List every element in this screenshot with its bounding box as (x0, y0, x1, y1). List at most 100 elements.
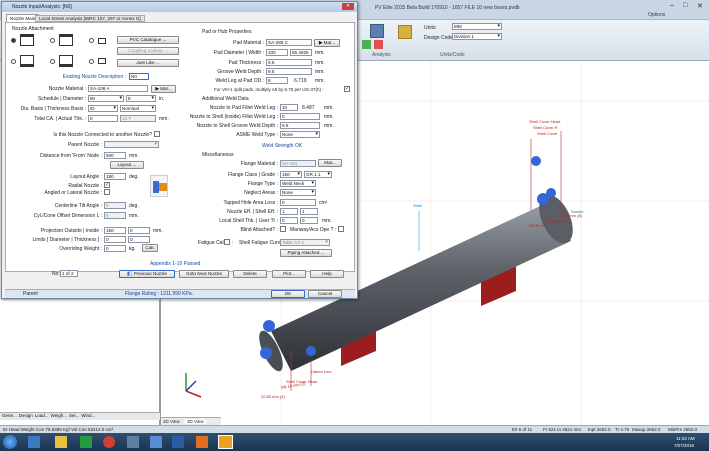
shell-eff-input[interactable]: 1 (300, 208, 318, 215)
attachment-radio-2[interactable] (50, 38, 55, 43)
diameter-select[interactable]: 8 (126, 95, 156, 102)
pad-width-input[interactable]: 55.4625 (290, 49, 312, 56)
tab-wind[interactable]: Wind... (81, 413, 95, 420)
flange-class-select[interactable]: 150 (280, 171, 302, 178)
dialog-close-icon[interactable]: ✕ (342, 3, 354, 10)
plot-button[interactable]: Plot... (272, 270, 306, 278)
ok-button[interactable]: OK (271, 290, 305, 298)
design-code-select[interactable]: Division 1 (452, 33, 502, 40)
units-select[interactable]: MM (452, 23, 502, 30)
neglect-areas-select[interactable]: None (280, 189, 316, 196)
overriding-weight-input[interactable]: 0 (104, 245, 126, 252)
taskbar-app-4[interactable] (103, 436, 115, 448)
local-shell-thk-input[interactable]: 0 (280, 217, 298, 224)
parent-nozzle-select[interactable] (104, 141, 159, 148)
layout-button[interactable]: Layout ... (110, 161, 144, 169)
previous-nozzle-button[interactable]: ◧ Previous Nozzle (119, 270, 175, 278)
nozzle-eff-input[interactable]: 1 (280, 208, 298, 215)
limit-thickness-input[interactable]: 0 (128, 236, 150, 243)
attachment-radio-1[interactable] (11, 38, 16, 43)
asme-weld-select[interactable]: None (280, 131, 320, 138)
pad-diameter-input[interactable]: 330 (266, 49, 288, 56)
pvc-catalogue-button[interactable]: PVC Catalogue ... (117, 36, 179, 44)
tab-local-stress[interactable]: Local Stress Analysis [WRC 107, 297 or A… (35, 15, 145, 22)
next-nozzle-button[interactable]: Goto Next Nozzle (179, 270, 229, 278)
taskbar-word[interactable] (172, 436, 184, 448)
pad-material-input[interactable]: SA-285 C (266, 39, 312, 46)
help-button[interactable]: Help (310, 270, 344, 278)
attachment-radio-4[interactable] (11, 59, 16, 64)
taskbar-app-3[interactable] (80, 436, 92, 448)
shell-groove-input[interactable]: 9.5 (280, 122, 320, 129)
projection-outside-input[interactable]: 150 (104, 227, 126, 234)
user-tr-input[interactable]: 0 (300, 217, 318, 224)
shell-inside-fillet-input[interactable]: 0 (280, 113, 320, 120)
fatigue-calc-checkbox[interactable] (224, 239, 230, 245)
manway-checkbox[interactable] (338, 226, 344, 232)
attachment-radio-6[interactable] (89, 59, 94, 64)
offset-input[interactable]: 0 (104, 212, 126, 219)
tab-general[interactable]: Gene... (2, 413, 17, 420)
flange-type-select[interactable]: Weld Neck (280, 180, 316, 187)
groove-depth-input[interactable]: 9.5 (266, 68, 312, 75)
schedule-select[interactable]: 80 (88, 95, 124, 102)
flange-grade-select[interactable]: GR 1.1 (304, 171, 332, 178)
tab-weight[interactable]: Weigh... (51, 413, 67, 420)
calc-button[interactable]: Calc (142, 244, 158, 252)
analysis-icon[interactable] (370, 24, 384, 38)
distance-input[interactable]: 500 (104, 152, 126, 159)
cancel-button[interactable]: Cancel (308, 290, 342, 298)
close-icon[interactable]: ✕ (697, 2, 703, 10)
flange-mat-button[interactable]: Mat... (318, 159, 342, 167)
thk-basis-select[interactable]: Nominal (120, 105, 156, 112)
shell-fatigue-select[interactable]: Table 3.F.1 (280, 239, 330, 246)
tapped-hole-input[interactable]: 0 (280, 199, 316, 206)
taskbar-app-8[interactable] (196, 436, 208, 448)
tilt-angle-input[interactable]: 0 (104, 202, 126, 209)
projection-inside-input[interactable]: 0 (128, 227, 150, 234)
limit-diameter-input[interactable]: 0 (104, 236, 126, 243)
weld-strength-link[interactable]: Weld Strength OK (262, 143, 302, 149)
pad-thickness-input[interactable]: 9.5 (266, 59, 312, 66)
report-icon[interactable] (374, 40, 383, 49)
pad-fillet-input[interactable]: 10 (280, 104, 298, 111)
options-link[interactable]: Options (648, 12, 665, 18)
tab-seismic[interactable]: Sei... (69, 413, 79, 420)
ug37-checkbox[interactable]: ✓ (344, 86, 350, 92)
dia-basis-select[interactable]: ID (88, 105, 118, 112)
weld-leg-od-input[interactable]: 8 (266, 77, 288, 84)
minimize-icon[interactable]: – (670, 2, 674, 9)
delete-button[interactable]: Delete (233, 270, 267, 278)
taskbar-app-2[interactable] (55, 436, 67, 448)
attachment-radio-5[interactable] (50, 59, 55, 64)
just-like-button[interactable]: Just Like ... (117, 59, 179, 67)
nozzle-material-input[interactable]: SA-106 A (88, 85, 148, 92)
maximize-icon[interactable]: □ (683, 2, 687, 9)
taskbar-app-9[interactable] (218, 435, 233, 449)
start-button[interactable] (3, 435, 17, 449)
chart-icon[interactable] (362, 40, 371, 49)
nozzle-mat-button[interactable]: ▶Mat... (151, 85, 176, 93)
taskbar-app-5[interactable] (127, 436, 139, 448)
taskbar-app-6[interactable] (150, 436, 162, 448)
tab-load[interactable]: Load... (35, 413, 49, 420)
taskbar-app-1[interactable] (28, 436, 40, 448)
total-ca-input[interactable]: 0 (88, 115, 118, 122)
layout-angle-input[interactable]: 180 (104, 173, 126, 180)
piping-attached-button[interactable]: Piping Attached ... (280, 249, 332, 257)
radial-nozzle-checkbox[interactable]: ✓ (104, 182, 110, 188)
angled-nozzle-checkbox[interactable] (104, 189, 110, 195)
blind-attached-checkbox[interactable] (280, 226, 286, 232)
units-icon[interactable] (398, 25, 412, 39)
tab-2d-view[interactable]: 2D View (163, 419, 180, 424)
dialog-titlebar[interactable]: Nozzle Input/Analysis: [N0] ✕ (2, 2, 357, 12)
existing-desc-input[interactable]: N0 (129, 73, 149, 80)
tab-design[interactable]: Design (19, 413, 33, 420)
pad-mat-button[interactable]: ▶Mat... (314, 39, 340, 47)
attachment-radio-3[interactable] (89, 38, 94, 43)
connected-checkbox[interactable] (154, 131, 160, 137)
flange-material-input[interactable]: SA-181 (280, 160, 316, 167)
coupling-lookup-button[interactable]: Coupling Lookup ... (117, 47, 179, 55)
nav-position[interactable]: 1 of 2 (60, 270, 78, 277)
tab-3d-view[interactable]: 3D View (185, 419, 206, 424)
